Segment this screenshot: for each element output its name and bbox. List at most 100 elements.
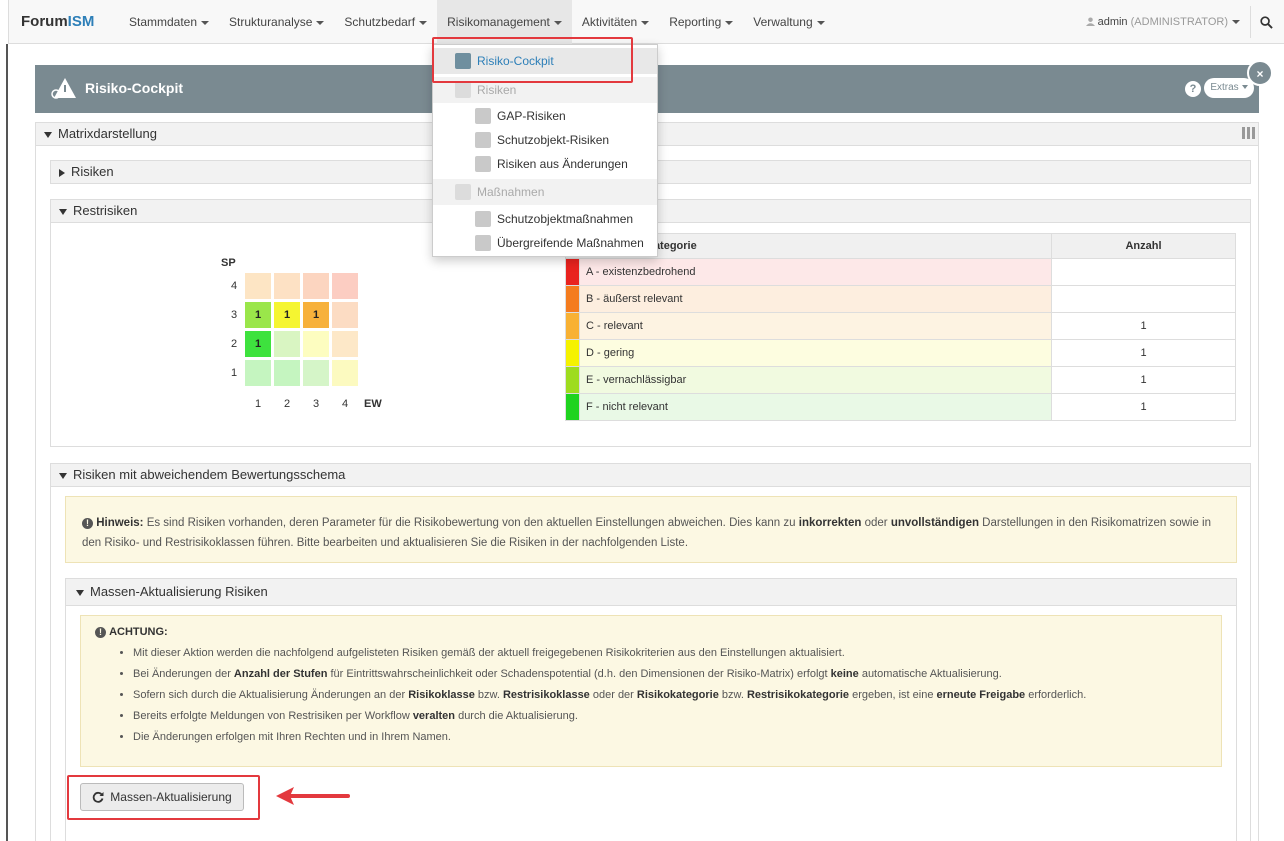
brand-text-a: Forum (21, 13, 68, 30)
brand-logo[interactable]: ForumISM (21, 13, 94, 30)
nav-verwaltung[interactable]: Verwaltung (743, 0, 834, 44)
list-text: Die Änderungen erfolgen mit Ihren Rechte… (133, 731, 451, 743)
list-item: Sofern sich durch die Aktualisierung Änd… (133, 689, 1207, 701)
list-bold: Restrisikoklasse (502, 689, 590, 701)
matrix-x-tick: 2 (284, 398, 291, 410)
matrix-x-tick: 4 (342, 398, 349, 410)
matrix-cell[interactable] (332, 331, 358, 357)
category-swatch (565, 393, 580, 421)
table-row: A - existenzbedrohend (565, 258, 1236, 286)
matrix-cell[interactable] (245, 273, 271, 299)
extras-button[interactable]: Extras (1204, 78, 1254, 98)
category-count: 1 (1051, 339, 1236, 367)
highlight-box (67, 775, 260, 820)
matrix-x-tick: 1 (255, 398, 262, 410)
header-label: Anzahl (1125, 240, 1162, 252)
umbrella-icon (475, 235, 491, 251)
caret-down-icon (316, 20, 325, 25)
user-menu[interactable]: admin (ADMINISTRATOR) (1085, 0, 1240, 44)
category-count (1051, 258, 1236, 286)
list-text: Sofern sich durch die Aktualisierung Änd… (133, 689, 409, 701)
menu-item-gap-risiken[interactable]: GAP-Risiken (433, 103, 657, 129)
matrix-cell[interactable] (245, 360, 271, 386)
hinweis-text: oder (861, 517, 891, 529)
search-icon (1260, 15, 1273, 29)
list-text: Bereits erfolgte Meldungen von Restrisik… (133, 710, 413, 722)
warning-icon (475, 108, 491, 124)
arrow-left-icon (276, 787, 350, 805)
abweichend-panel-header[interactable]: Risiken mit abweichendem Bewertungsschem… (50, 463, 1251, 487)
warning-triangle-icon (51, 78, 76, 99)
massen-panel-header[interactable]: Massen-Aktualisierung Risiken (65, 578, 1237, 606)
menu-item-uebergreifende-massnahmen[interactable]: Übergreifende Maßnahmen (433, 230, 657, 256)
matrix-cell[interactable] (303, 360, 329, 386)
nav-label: Strukturanalyse (229, 15, 313, 29)
menu-item-schutzobjekt-risiken[interactable]: Schutzobjekt-Risiken (433, 127, 657, 153)
menu-item-risiken-aus-aenderungen[interactable]: Risiken aus Änderungen (433, 151, 657, 177)
extras-label: Extras (1210, 82, 1239, 93)
menu-label: GAP-Risiken (497, 109, 566, 123)
menu-item-schutzobjektmassnahmen[interactable]: Schutzobjektmaßnahmen (433, 206, 657, 232)
hinweis-bold: unvollständigen (890, 517, 979, 529)
table-row: E - vernachlässigbar 1 (565, 366, 1236, 394)
list-bold: erneute Freigabe (936, 689, 1026, 701)
table-row: C - relevant 1 (565, 312, 1236, 340)
caret-down-icon (816, 20, 825, 25)
matrix-cell[interactable] (274, 273, 300, 299)
list-icon (455, 184, 471, 200)
brand-text-b: ISM (67, 13, 95, 30)
nav-reporting[interactable]: Reporting (659, 0, 743, 44)
menu-label: Risiken aus Änderungen (497, 157, 628, 171)
caret-down-icon (419, 20, 428, 25)
achtung-list: Mit dieser Aktion werden die nachfolgend… (95, 647, 1207, 743)
list-item: Bei Änderungen der Anzahl der Stufen für… (133, 668, 1207, 680)
username: admin (1097, 16, 1128, 28)
help-button[interactable]: ? (1185, 81, 1201, 97)
warning-icon (475, 132, 491, 148)
category-label: A - existenzbedrohend (579, 258, 1052, 286)
category-label: F - nicht relevant (579, 393, 1052, 421)
matrix-cell[interactable] (332, 360, 358, 386)
column-layout-icon[interactable] (1242, 127, 1256, 139)
menu-header-massnahmen: Maßnahmen (433, 179, 657, 205)
user-icon (1085, 17, 1095, 26)
expand-arrow-icon (59, 168, 65, 177)
caret-down-icon (725, 20, 734, 25)
matrix-cell[interactable] (303, 273, 329, 299)
collapse-arrow-icon (59, 472, 67, 479)
nav-label: Stammdaten (129, 15, 198, 29)
matrix-cell[interactable] (332, 273, 358, 299)
top-navbar: ForumISM Stammdaten Strukturanalyse Schu… (8, 0, 1284, 44)
search-button[interactable] (1250, 6, 1282, 38)
category-count: 1 (1051, 312, 1236, 340)
matrix-cell[interactable]: 1 (303, 302, 329, 328)
panel-title: Restrisiken (73, 203, 138, 218)
category-count: 1 (1051, 393, 1236, 421)
list-item: Die Änderungen erfolgen mit Ihren Rechte… (133, 731, 1207, 743)
nav-strukturanalyse[interactable]: Strukturanalyse (219, 0, 334, 44)
matrix-x-tick: 3 (313, 398, 320, 410)
matrix-cell[interactable]: 1 (274, 302, 300, 328)
category-count: 1 (1051, 366, 1236, 394)
achtung-label: ACHTUNG: (109, 626, 168, 638)
close-button[interactable]: × (1247, 60, 1273, 86)
menu-label: Übergreifende Maßnahmen (497, 236, 644, 250)
category-table: Kategorie Anzahl A - existenzbedrohend B … (565, 233, 1236, 421)
matrix-cell[interactable] (274, 360, 300, 386)
collapse-arrow-icon (76, 589, 84, 596)
nav-stammdaten[interactable]: Stammdaten (119, 0, 219, 44)
matrix-cell[interactable] (303, 331, 329, 357)
caret-down-icon (1241, 85, 1248, 90)
matrix-cell[interactable] (274, 331, 300, 357)
category-label: B - äußerst relevant (579, 285, 1052, 313)
category-swatch (565, 258, 580, 286)
list-text: durch die Aktualisierung. (455, 710, 578, 722)
matrix-cell[interactable]: 1 (245, 331, 271, 357)
matrix-cell[interactable]: 1 (245, 302, 271, 328)
table-header-anzahl[interactable]: Anzahl (1051, 233, 1236, 259)
matrix-y-tick: 4 (231, 280, 238, 292)
matrix-cell[interactable] (332, 302, 358, 328)
info-icon: ! (82, 518, 93, 529)
nav-schutzbedarf[interactable]: Schutzbedarf (334, 0, 437, 44)
content-frame-left (6, 44, 8, 841)
